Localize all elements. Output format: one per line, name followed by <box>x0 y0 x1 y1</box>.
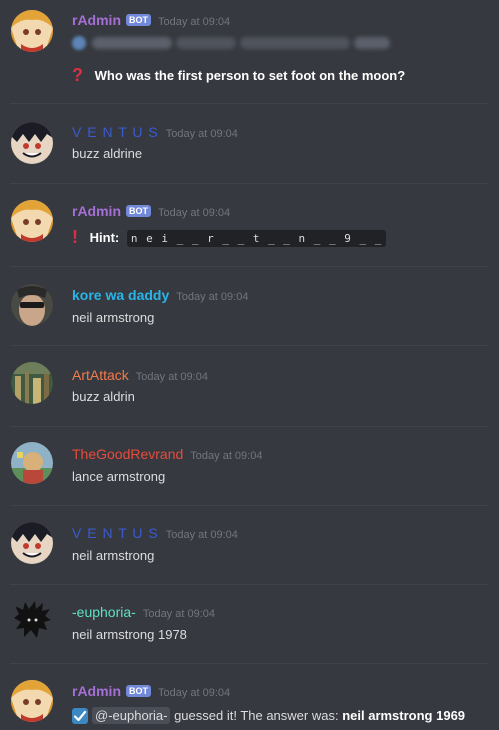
message-divider <box>10 266 489 267</box>
answer-text: guessed it! The answer was: <box>170 708 343 723</box>
timestamp: Today at 09:04 <box>158 16 231 28</box>
message-content: neil armstrong <box>72 310 155 325</box>
bot-badge: BOT <box>126 205 151 217</box>
timestamp: Today at 09:04 <box>158 687 231 699</box>
avatar[interactable] <box>11 442 53 484</box>
message-content: ? Who was the first person to set foot o… <box>72 64 405 85</box>
message-header: -euphoria- Today at 09:04 <box>72 604 215 620</box>
blurred-text <box>72 36 390 50</box>
message-header: rAdmin BOT Today at 09:04 <box>72 203 230 219</box>
check-mark-icon <box>72 707 88 724</box>
timestamp: Today at 09:04 <box>142 608 215 620</box>
message-header: V E N T U S Today at 09:04 <box>72 525 238 541</box>
message-header: TheGoodRevrand Today at 09:04 <box>72 446 262 462</box>
message-header: V E N T U S Today at 09:04 <box>72 124 238 140</box>
hint-label: Hint: <box>89 230 120 245</box>
author-name[interactable]: V E N T U S <box>72 525 159 541</box>
timestamp: Today at 09:04 <box>135 371 208 383</box>
avatar[interactable] <box>11 200 53 242</box>
avatar[interactable] <box>11 122 53 164</box>
timestamp: Today at 09:04 <box>176 291 249 303</box>
author-name[interactable]: rAdmin <box>72 683 121 699</box>
message-divider <box>10 183 489 184</box>
message-content: @-euphoria- guessed it! The answer was: … <box>72 707 465 725</box>
message-content: neil armstrong 1978 <box>72 627 187 642</box>
message-divider <box>10 103 489 104</box>
message-content: buzz aldrin <box>72 389 135 404</box>
message-content: buzz aldrine <box>72 146 143 161</box>
timestamp: Today at 09:04 <box>190 450 263 462</box>
exclamation-icon: ! <box>72 227 78 247</box>
avatar[interactable] <box>11 362 53 404</box>
bot-badge: BOT <box>126 685 151 697</box>
avatar[interactable] <box>11 10 53 52</box>
author-name[interactable]: kore wa daddy <box>72 287 169 303</box>
message-divider <box>10 426 489 427</box>
question-mark-icon: ? <box>72 65 83 85</box>
hint-spoiler[interactable]: n e i _ _ r _ _ t _ _ n _ _ 9 _ _ <box>126 230 387 247</box>
message-header: rAdmin BOT Today at 09:04 <box>72 683 230 699</box>
avatar[interactable] <box>11 600 53 642</box>
avatar[interactable] <box>11 680 53 722</box>
author-name[interactable]: rAdmin <box>72 203 121 219</box>
author-name[interactable]: V E N T U S <box>72 124 159 140</box>
answer-value: neil armstrong 1969 <box>342 708 466 723</box>
message-divider <box>10 584 489 585</box>
message-divider <box>10 345 489 346</box>
message-content: lance armstrong <box>72 469 166 484</box>
timestamp: Today at 09:04 <box>158 207 231 219</box>
message-content: neil armstrong <box>72 548 155 563</box>
message-divider <box>10 505 489 506</box>
timestamp: Today at 09:04 <box>165 529 238 541</box>
message-divider <box>10 663 489 664</box>
author-name[interactable]: TheGoodRevrand <box>72 446 183 462</box>
message-header: rAdmin BOT Today at 09:04 <box>72 12 230 28</box>
question-text: Who was the first person to set foot on … <box>94 68 406 83</box>
author-name[interactable]: rAdmin <box>72 12 121 28</box>
avatar[interactable] <box>11 522 53 564</box>
timestamp: Today at 09:04 <box>165 128 238 140</box>
user-mention[interactable]: @-euphoria- <box>92 707 171 724</box>
author-name[interactable]: -euphoria- <box>72 604 136 620</box>
message-header: kore wa daddy Today at 09:04 <box>72 287 248 303</box>
chat-feed: rAdmin BOT Today at 09:04 ? Who was the … <box>0 0 499 730</box>
avatar[interactable] <box>11 284 53 326</box>
message-content: ! Hint: n e i _ _ r _ _ t _ _ n _ _ 9 _ … <box>72 226 387 247</box>
message-header: ArtAttack Today at 09:04 <box>72 367 208 383</box>
author-name[interactable]: ArtAttack <box>72 367 129 383</box>
bot-badge: BOT <box>126 14 151 26</box>
